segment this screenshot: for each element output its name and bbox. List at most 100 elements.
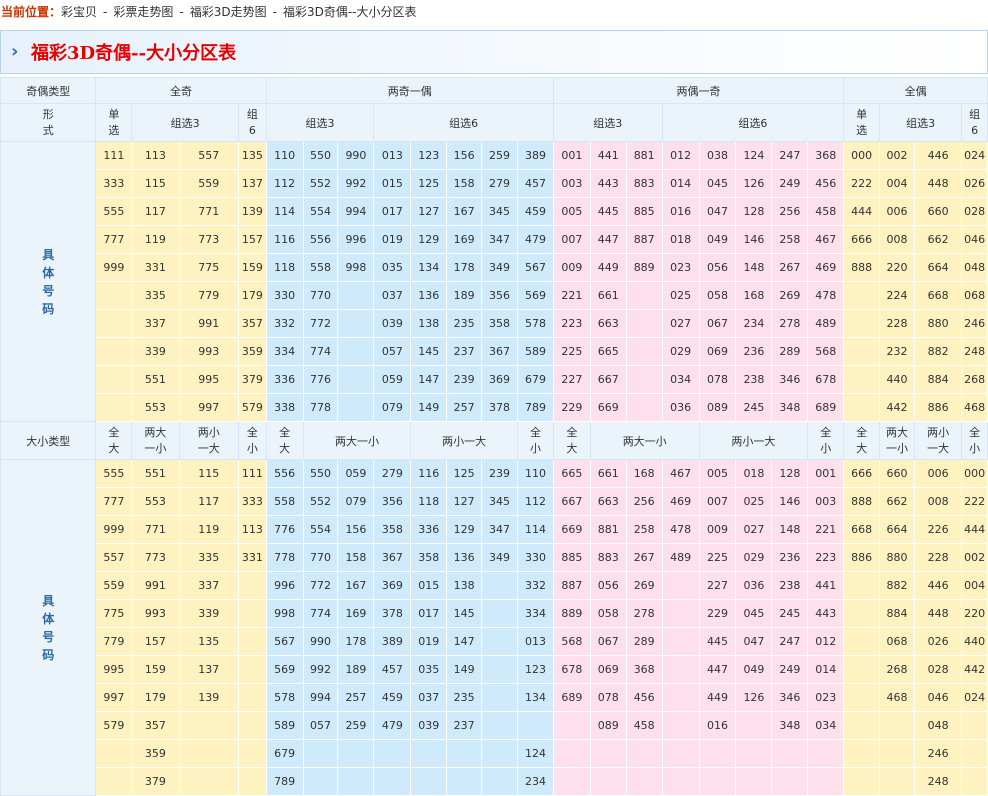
number-cell: 378 [481,393,518,422]
number-cell: 129 [410,225,448,254]
number-cell: 774 [302,337,339,366]
breadcrumb-link-current-page[interactable]: 福彩3D奇偶--大小分区表 [283,5,417,19]
number-cell: 009 [552,253,591,282]
number-cell: 357 [131,711,180,740]
breadcrumb: 当前位置：彩宝贝 - 彩票走势图 - 福彩3D走势图 - 福彩3D奇偶--大小分区表 [0,0,988,26]
number-cell: 237 [446,711,483,740]
number-cell [661,655,700,684]
breadcrumb-link-3d-trends[interactable]: 福彩3D走势图 [190,5,267,19]
number-cell: 239 [481,459,518,488]
number-cell: 235 [446,309,483,338]
number-cell: 222 [961,487,988,516]
number-cell: 772 [302,571,339,600]
breadcrumb-link-caibaobei[interactable]: 彩宝贝 [61,5,97,19]
number-cell: 117 [178,487,239,516]
number-cell: 358 [481,309,518,338]
number-cell: 115 [131,169,180,198]
number-cell [178,711,239,740]
number-cell: 149 [446,655,483,684]
number-cell [879,739,915,768]
number-cell: 775 [95,599,133,628]
number-cell [481,627,518,656]
number-cell: 367 [481,337,518,366]
number-cell: 046 [961,225,988,254]
table-row: 339 993 359 334 774 057 145 237 367 589 225 665 029 0… [1,337,988,366]
number-cell [481,655,518,684]
number-cell: 330 [265,281,304,310]
number-cell: 145 [446,599,483,628]
number-cell: 046 [913,683,963,712]
number-cell: 007 [698,487,737,516]
number-cell: 444 [843,197,881,226]
subheader-all-small: 全 小 [807,421,845,460]
number-cell [238,571,267,600]
number-cell: 444 [961,515,988,544]
number-cell: 666 [843,459,881,488]
number-cell: 887 [552,571,591,600]
number-cell: 557 [178,141,239,170]
number-cell: 888 [843,487,881,516]
number-cell: 467 [661,459,700,488]
number-cell: 158 [446,169,483,198]
number-cell: 999 [95,253,133,282]
number-cell: 664 [879,515,915,544]
table-row: 具 体 号 码 111 113 557 135 110 550 990 013 123 156 25… [0,141,988,422]
number-cell: 012 [807,627,845,656]
number-cell: 002 [961,543,988,572]
number-cell: 058 [698,281,737,310]
number-cell: 006 [879,197,915,226]
number-cell: 223 [807,543,845,572]
trend-table: 奇偶类型 全奇 两奇一偶 两偶一奇 全偶 形 式 单 选 组选3 组 6 组选3… [0,77,988,796]
number-cell: 111 [95,141,133,170]
number-cell: 189 [446,281,483,310]
number-cell: 124 [517,739,554,768]
number-cell: 222 [843,169,881,198]
number-cell: 024 [961,141,988,170]
number-cell: 552 [302,169,339,198]
number-cell: 234 [735,309,773,338]
number-cell [178,767,239,796]
number-cell [843,627,881,656]
number-cell: 129 [446,515,483,544]
number-cell: 169 [446,225,483,254]
number-cell: 998 [337,253,375,282]
number-cell [481,767,518,796]
subheader-all-small: 全 小 [238,421,267,460]
number-cell: 049 [735,655,773,684]
number-cell [843,571,881,600]
number-cell: 279 [481,169,518,198]
number-cell: 056 [698,253,737,282]
number-cell: 238 [771,571,809,600]
breadcrumb-link-lottery-trends[interactable]: 彩票走势图 [113,5,173,19]
chevron-right-icon: › [11,41,19,62]
number-cell: 884 [879,599,915,628]
subheader-two-small-one-big: 两小 一大 [913,421,963,460]
number-cell: 012 [661,141,700,170]
number-cell: 882 [879,571,915,600]
subheader-all-small: 全 小 [517,421,554,460]
number-cell: 068 [879,627,915,656]
number-cell: 001 [552,141,591,170]
breadcrumb-label: 当前位置： [1,5,62,19]
number-cell: 346 [771,365,809,394]
number-cell: 335 [131,281,180,310]
number-cell: 289 [625,627,663,656]
number-cell [625,365,663,394]
number-cell: 235 [446,683,483,712]
number-cell: 256 [771,197,809,226]
number-cell [843,767,881,796]
number-cell [302,739,339,768]
table-row: 553 997 579 338 778 079 149 257 378 789 229 669 036 0… [1,393,988,422]
number-cell: 036 [735,571,773,600]
number-cell [373,739,412,768]
number-cell: 014 [807,655,845,684]
subheader-group6: 组选6 [373,103,554,142]
number-cell: 027 [661,309,700,338]
number-cell: 239 [446,365,483,394]
number-cell: 269 [771,281,809,310]
number-cell: 089 [698,393,737,422]
table-row: 777 119 773 157 116 556 996 019 129 169 347 479 007 4… [1,225,988,254]
number-cell: 236 [735,337,773,366]
number-cell: 369 [481,365,518,394]
number-cell: 991 [178,309,239,338]
